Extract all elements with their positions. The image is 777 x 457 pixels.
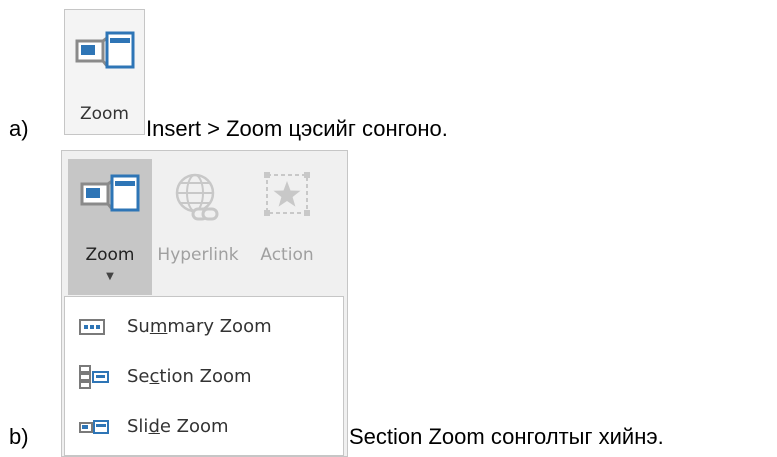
zoom-dropdown-menu: Summary Zoom Section Zoom Slide Zoom	[64, 296, 344, 456]
menu-item-summary-zoom[interactable]: Summary Zoom	[65, 305, 343, 349]
step-a-letter: a)	[9, 116, 29, 141]
menu-item-section-zoom-label: Section Zoom	[127, 366, 252, 387]
zoom-icon	[75, 28, 135, 76]
step-b-letter: b)	[9, 424, 29, 449]
action-button[interactable]: Action	[244, 159, 330, 295]
hyperlink-button-label: Hyperlink	[157, 245, 239, 265]
menu-item-summary-zoom-label: Summary Zoom	[127, 316, 272, 337]
zoom-button-label: Zoom	[79, 104, 129, 124]
insert-ribbon-links-group: Zoom ▼ Hyperlink Action Summary Zoom Sec…	[61, 150, 348, 457]
chevron-down-icon[interactable]: ▼	[68, 271, 152, 282]
access-key-letter: m	[149, 316, 168, 337]
menu-item-slide-zoom-label: Slide Zoom	[127, 416, 229, 437]
globe-link-icon	[173, 171, 223, 231]
zoom-split-button-label: Zoom	[85, 245, 135, 265]
ribbon-strip: Zoom ▼ Hyperlink Action	[62, 151, 347, 297]
slide-zoom-icon	[79, 419, 109, 439]
access-key-letter: c	[149, 366, 160, 387]
step-b-caption: Section Zoom сонголтыг хийнэ.	[349, 424, 664, 449]
menu-item-section-zoom[interactable]: Section Zoom	[65, 355, 343, 399]
summary-zoom-icon	[79, 319, 105, 339]
section-zoom-icon	[79, 365, 109, 393]
hyperlink-button[interactable]: Hyperlink	[152, 159, 244, 295]
zoom-icon	[80, 171, 140, 223]
zoom-split-button[interactable]: Zoom ▼	[68, 159, 152, 295]
menu-item-slide-zoom[interactable]: Slide Zoom	[65, 405, 343, 449]
star-frame-icon	[263, 171, 311, 221]
zoom-button[interactable]: Zoom	[64, 9, 145, 135]
action-button-label: Action	[260, 245, 314, 265]
step-a-caption: Insert > Zoom цэсийг сонгоно.	[146, 116, 448, 141]
access-key-letter: d	[148, 416, 160, 437]
